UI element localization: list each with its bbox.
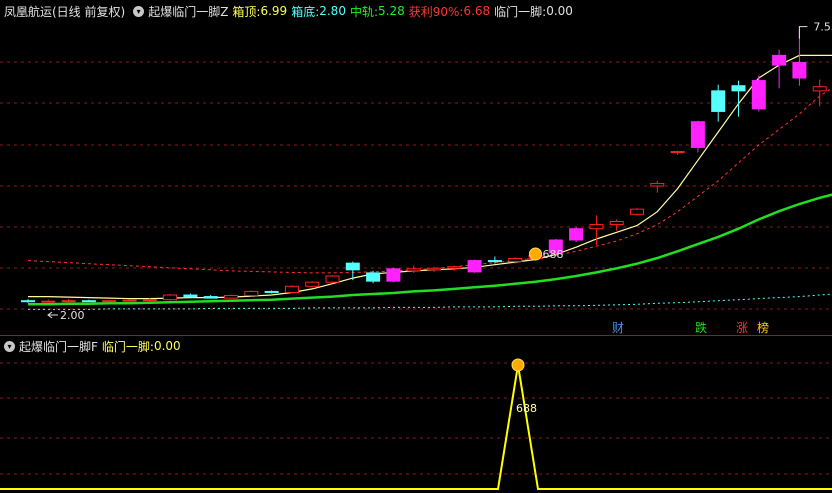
candle [325,275,340,283]
candle [366,272,381,282]
candle [61,300,76,303]
candle [224,295,238,299]
candle [142,299,157,302]
candle [447,266,462,269]
sub-indicator-menu-icon[interactable]: ▾ [4,340,15,352]
candle [427,267,441,271]
sub-header: ▾ 起爆临门一脚F 临门一脚: 0.00 [0,336,185,356]
candle [21,300,35,303]
candle [508,258,523,263]
candle [487,260,502,263]
candle [264,290,279,293]
candle [589,224,604,230]
candle [711,90,726,112]
signal-value-sub: 688 [516,402,537,415]
candle [690,121,705,148]
candle [792,62,807,79]
candle [630,208,644,215]
stock-chart-window: 凤凰航运(日线 前复权) ▾ 起爆临门一脚Z 箱顶: 6.99 箱底: 2.80… [0,0,832,493]
event-tag: 榜 [757,320,769,335]
candle [751,80,766,110]
mid-line [28,193,832,306]
event-tag: 财 [612,321,624,335]
candle [609,220,624,226]
candle [670,151,685,154]
candle [244,290,259,297]
candle [406,268,421,272]
candle [650,182,665,187]
sub-kick-label: 临门一脚: [101,339,154,354]
candle [41,300,56,303]
panel-divider [0,335,832,336]
high-pointer [798,26,808,39]
candle [81,300,96,303]
candle [569,228,584,241]
event-tag: 跌 [695,320,707,335]
sub-signal-marker-icon [511,358,525,372]
candle [183,294,198,298]
low-price-label: 2.00 [60,309,85,322]
event-tag: 涨 [736,320,748,335]
candle [731,85,746,92]
candle [163,294,178,301]
candle [772,54,787,66]
sub-signal-line [0,364,832,490]
candle [284,285,299,293]
main-price-chart[interactable]: 688 7.55 2.00 财 跌 涨榜 [0,0,832,335]
candle [345,262,360,271]
signal-marker-icon [529,247,542,261]
high-price-label: 7.55 [813,21,832,34]
candle [102,300,117,303]
candle [467,260,482,273]
candle [305,281,320,287]
sub-indicator-name[interactable]: 起爆临门一脚F [19,338,98,355]
candle [122,299,137,302]
sub-kick-value: 0.00 [153,339,181,353]
candle [203,296,218,299]
candle [386,268,401,282]
candle [812,86,827,92]
signal-value-main: 688 [543,248,564,261]
